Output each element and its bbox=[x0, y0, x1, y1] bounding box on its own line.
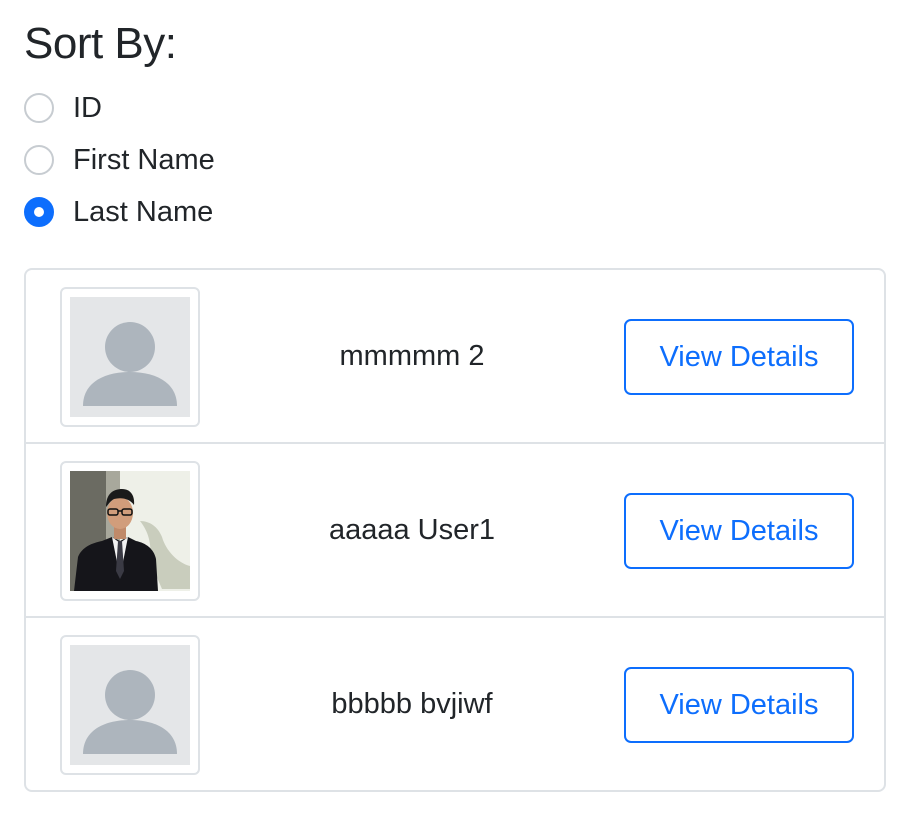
sort-option-label: ID bbox=[73, 92, 102, 124]
list-item: aaaaa User1 View Details bbox=[26, 442, 884, 616]
list-item: mmmmm 2 View Details bbox=[26, 270, 884, 442]
sort-option-first-name[interactable]: First Name bbox=[24, 142, 215, 178]
view-details-button[interactable]: View Details bbox=[624, 493, 854, 569]
default-avatar-icon bbox=[70, 645, 190, 765]
sort-option-label: Last Name bbox=[73, 196, 214, 228]
view-details-button[interactable]: View Details bbox=[624, 319, 854, 395]
user-name: aaaaa User1 bbox=[328, 513, 496, 546]
sort-option-id[interactable]: ID bbox=[24, 90, 102, 126]
profile-photo bbox=[70, 471, 190, 591]
view-details-button[interactable]: View Details bbox=[624, 667, 854, 743]
list-item: bbbbb bvjiwf View Details bbox=[26, 616, 884, 790]
radio-id[interactable] bbox=[24, 93, 54, 123]
user-name: bbbbb bvjiwf bbox=[331, 687, 493, 720]
sort-option-last-name[interactable]: Last Name bbox=[24, 194, 213, 230]
sort-option-label: First Name bbox=[73, 144, 215, 176]
avatar bbox=[60, 461, 200, 601]
radio-last-name[interactable] bbox=[24, 197, 54, 227]
avatar bbox=[60, 287, 200, 427]
avatar bbox=[60, 635, 200, 775]
user-list: mmmmm 2 View Details aaaaa User1 View De… bbox=[24, 268, 886, 792]
sort-heading: Sort By: bbox=[24, 19, 177, 68]
radio-first-name[interactable] bbox=[24, 145, 54, 175]
user-name: mmmmm 2 bbox=[339, 339, 485, 372]
default-avatar-icon bbox=[70, 297, 190, 417]
